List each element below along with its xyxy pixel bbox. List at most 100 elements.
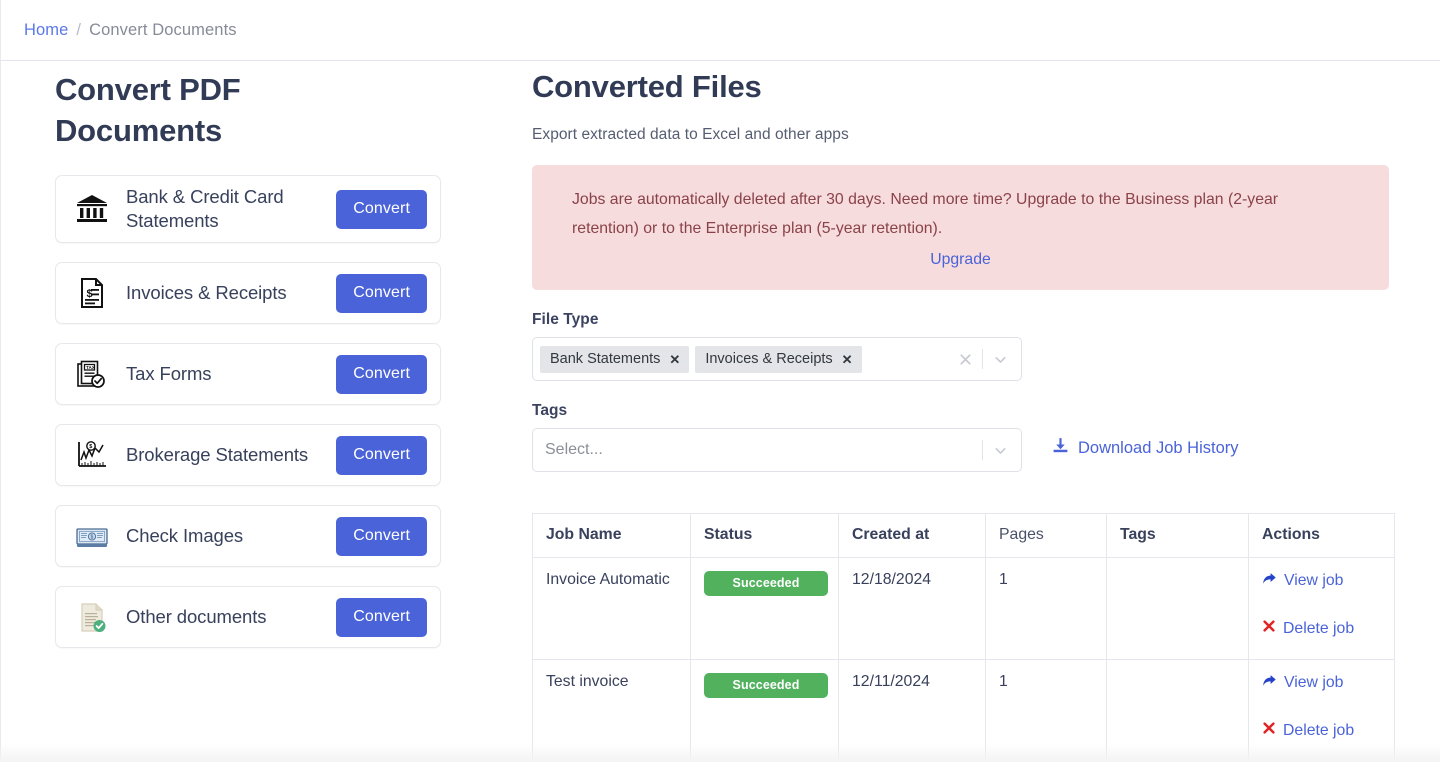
cell-actions: View job Delete job xyxy=(1249,558,1395,660)
doc-card-label: Bank & Credit Card Statements xyxy=(126,185,336,233)
job-name-text: Test invoice xyxy=(546,673,698,691)
table-header-row: Job Name Status Created at Pages Tags Ac… xyxy=(533,514,1395,558)
app-root: Home / Convert Documents Convert PDF Doc… xyxy=(0,0,1440,762)
jobs-table-body: Invoice Automatic Succeeded 12/18/2024 1 xyxy=(533,558,1395,762)
invoice-icon: $ xyxy=(72,273,112,313)
column-header-tags[interactable]: Tags xyxy=(1107,514,1249,558)
stock-chart-icon: $ xyxy=(72,435,112,475)
doc-card-check-images[interactable]: $ Check Images Convert xyxy=(55,505,441,567)
cell-status: Succeeded xyxy=(691,558,839,660)
file-type-chip-label: Invoices & Receipts xyxy=(705,351,832,367)
cell-job-name: Test invoice xyxy=(533,660,691,762)
tags-selected-values: Select... xyxy=(540,441,982,459)
breadcrumb-separator: / xyxy=(76,21,81,40)
retention-alert: Jobs are automatically deleted after 30 … xyxy=(532,165,1389,290)
table-row: Invoice Automatic Succeeded 12/18/2024 1 xyxy=(533,558,1395,660)
doc-card-bank-statements[interactable]: Bank & Credit Card Statements Convert xyxy=(55,175,441,243)
download-job-history-label: Download Job History xyxy=(1078,439,1239,458)
convert-button-invoices-receipts[interactable]: Convert xyxy=(336,274,427,313)
delete-job-label: Delete job xyxy=(1283,722,1354,740)
convert-panel: Convert PDF Documents xyxy=(1,61,521,762)
doc-card-tax-forms[interactable]: TAX Tax Forms Convert xyxy=(55,343,441,405)
table-row: Test invoice Succeeded 12/11/2024 1 xyxy=(533,660,1395,762)
convert-button-brokerage-statements[interactable]: Convert xyxy=(336,436,427,475)
doc-card-brokerage-statements[interactable]: $ Brokerage Statements Convert xyxy=(55,424,441,486)
tags-label: Tags xyxy=(532,402,1440,420)
tax-form-icon: TAX xyxy=(72,354,112,394)
file-type-chip-label: Bank Statements xyxy=(550,351,660,367)
cell-status: Succeeded xyxy=(691,660,839,762)
cell-tags xyxy=(1107,558,1249,660)
delete-job-link[interactable]: Delete job xyxy=(1262,721,1382,740)
tags-row: Select... xyxy=(532,428,1440,472)
tags-placeholder: Select... xyxy=(540,441,603,459)
cell-job-name: Invoice Automatic xyxy=(533,558,691,660)
file-type-chip[interactable]: Bank Statements ✕ xyxy=(540,346,689,373)
cell-tags xyxy=(1107,660,1249,762)
column-header-created-at[interactable]: Created at xyxy=(839,514,986,558)
convert-button-bank-statements[interactable]: Convert xyxy=(336,190,427,229)
page-title: Convert PDF Documents xyxy=(55,69,315,151)
document-check-icon xyxy=(72,597,112,637)
cell-pages: 1 xyxy=(986,558,1107,660)
chevron-down-icon[interactable] xyxy=(983,351,1017,368)
status-badge: Succeeded xyxy=(704,571,828,596)
column-header-pages[interactable]: Pages xyxy=(986,514,1107,558)
doc-card-label: Check Images xyxy=(126,524,336,548)
doc-card-other-documents[interactable]: Other documents Convert xyxy=(55,586,441,648)
download-job-history-link[interactable]: Download Job History xyxy=(1052,437,1239,459)
svg-text:$: $ xyxy=(89,444,92,450)
clear-x-icon[interactable] xyxy=(948,351,982,368)
view-job-label: View job xyxy=(1284,674,1343,692)
file-type-indicators xyxy=(948,342,1017,376)
breadcrumb-home-link[interactable]: Home xyxy=(24,21,68,40)
file-type-selected-values: Bank Statements ✕ Invoices & Receipts ✕ xyxy=(540,346,948,373)
convert-button-other-documents[interactable]: Convert xyxy=(336,598,427,637)
svg-text:$: $ xyxy=(91,535,94,541)
bank-icon xyxy=(72,189,112,229)
tags-indicators xyxy=(982,433,1017,467)
view-job-label: View job xyxy=(1284,572,1343,590)
jobs-table-wrapper: Job Name Status Created at Pages Tags Ac… xyxy=(532,513,1394,762)
file-type-label: File Type xyxy=(532,311,1440,329)
section-title: Converted Files xyxy=(532,69,1440,105)
job-name-text: Invoice Automatic xyxy=(546,571,698,589)
file-type-select[interactable]: Bank Statements ✕ Invoices & Receipts ✕ xyxy=(532,337,1022,381)
doc-card-invoices-receipts[interactable]: $ Invoices & Receipts Convert xyxy=(55,262,441,324)
remove-chip-icon[interactable]: ✕ xyxy=(660,346,689,373)
tags-select[interactable]: Select... xyxy=(532,428,1022,472)
cell-created-at: 12/11/2024 xyxy=(839,660,986,762)
doc-card-label: Other documents xyxy=(126,605,336,629)
breadcrumb: Home / Convert Documents xyxy=(1,0,1440,61)
column-header-job-name[interactable]: Job Name xyxy=(533,514,691,558)
document-type-list: Bank & Credit Card Statements Convert $ xyxy=(55,175,521,648)
status-badge: Succeeded xyxy=(704,673,828,698)
file-type-chip[interactable]: Invoices & Receipts ✕ xyxy=(695,346,861,373)
doc-card-label: Brokerage Statements xyxy=(126,443,336,467)
section-subtitle: Export extracted data to Excel and other… xyxy=(532,126,1440,144)
retention-alert-text: Jobs are automatically deleted after 30 … xyxy=(572,185,1349,243)
download-icon xyxy=(1052,437,1069,459)
remove-chip-icon[interactable]: ✕ xyxy=(833,346,862,373)
cell-created-at: 12/18/2024 xyxy=(839,558,986,660)
svg-text:TAX: TAX xyxy=(86,365,96,370)
jobs-table-head: Job Name Status Created at Pages Tags Ac… xyxy=(533,514,1395,558)
jobs-table: Job Name Status Created at Pages Tags Ac… xyxy=(532,513,1395,762)
chevron-down-icon[interactable] xyxy=(983,442,1017,459)
convert-button-check-images[interactable]: Convert xyxy=(336,517,427,556)
column-header-status[interactable]: Status xyxy=(691,514,839,558)
breadcrumb-current: Convert Documents xyxy=(89,21,237,40)
view-job-link[interactable]: View job xyxy=(1262,571,1382,591)
check-bill-icon: $ xyxy=(72,516,112,556)
close-icon xyxy=(1262,619,1276,638)
cell-actions: View job Delete job xyxy=(1249,660,1395,762)
doc-card-label: Invoices & Receipts xyxy=(126,281,336,305)
view-job-link[interactable]: View job xyxy=(1262,673,1382,693)
converted-files-panel: Converted Files Export extracted data to… xyxy=(521,61,1440,762)
share-arrow-icon xyxy=(1262,673,1277,693)
delete-job-link[interactable]: Delete job xyxy=(1262,619,1382,638)
content-columns: Convert PDF Documents xyxy=(1,61,1440,762)
upgrade-link[interactable]: Upgrade xyxy=(930,251,991,269)
convert-button-tax-forms[interactable]: Convert xyxy=(336,355,427,394)
doc-card-label: Tax Forms xyxy=(126,362,336,386)
